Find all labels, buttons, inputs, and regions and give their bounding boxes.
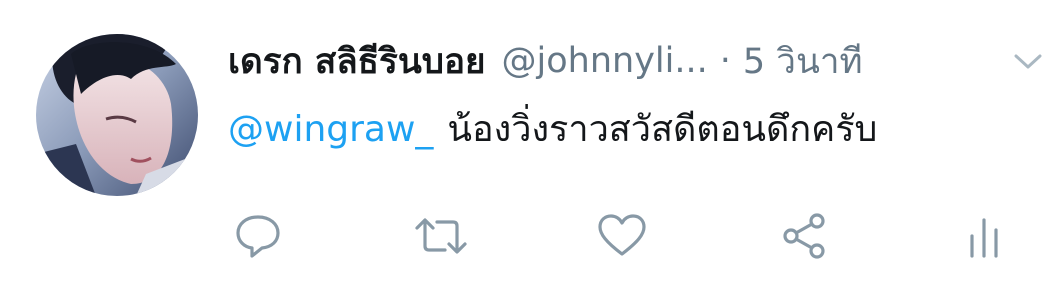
tweet-body: น้องวิ่งราวสวัสดีตอนดึกครับ — [447, 109, 878, 150]
retweet-icon — [415, 218, 467, 254]
display-name[interactable]: เดรก สลิธีรินบอย — [228, 34, 486, 89]
share-button[interactable] — [776, 208, 832, 264]
tweet-menu-button[interactable] — [1010, 46, 1046, 76]
analytics-button[interactable] — [956, 208, 1012, 264]
analytics-icon — [970, 218, 998, 258]
user-handle[interactable]: @johnnyli... — [502, 41, 708, 81]
action-bar — [0, 208, 1064, 264]
chevron-down-icon — [1014, 54, 1042, 69]
tweet-text: @wingraw_ น้องวิ่งราวสวัสดีตอนดึกครับ — [228, 100, 877, 157]
tweet[interactable]: เดรก สลิธีรินบอย @johnnyli... · 5 วินาที… — [0, 0, 1064, 288]
reply-button[interactable] — [230, 208, 286, 264]
timestamp[interactable]: 5 วินาที — [743, 34, 863, 89]
mention-link[interactable]: @wingraw_ — [228, 109, 433, 150]
share-icon — [783, 213, 825, 259]
avatar[interactable] — [36, 34, 198, 196]
retweet-button[interactable] — [413, 208, 469, 264]
heart-icon — [598, 214, 646, 256]
like-button[interactable] — [594, 208, 650, 264]
reply-icon — [236, 215, 280, 258]
tweet-header: เดรก สลิธีรินบอย @johnnyli... · 5 วินาที — [228, 36, 863, 86]
separator-dot: · — [719, 41, 731, 81]
avatar-image — [36, 34, 198, 196]
